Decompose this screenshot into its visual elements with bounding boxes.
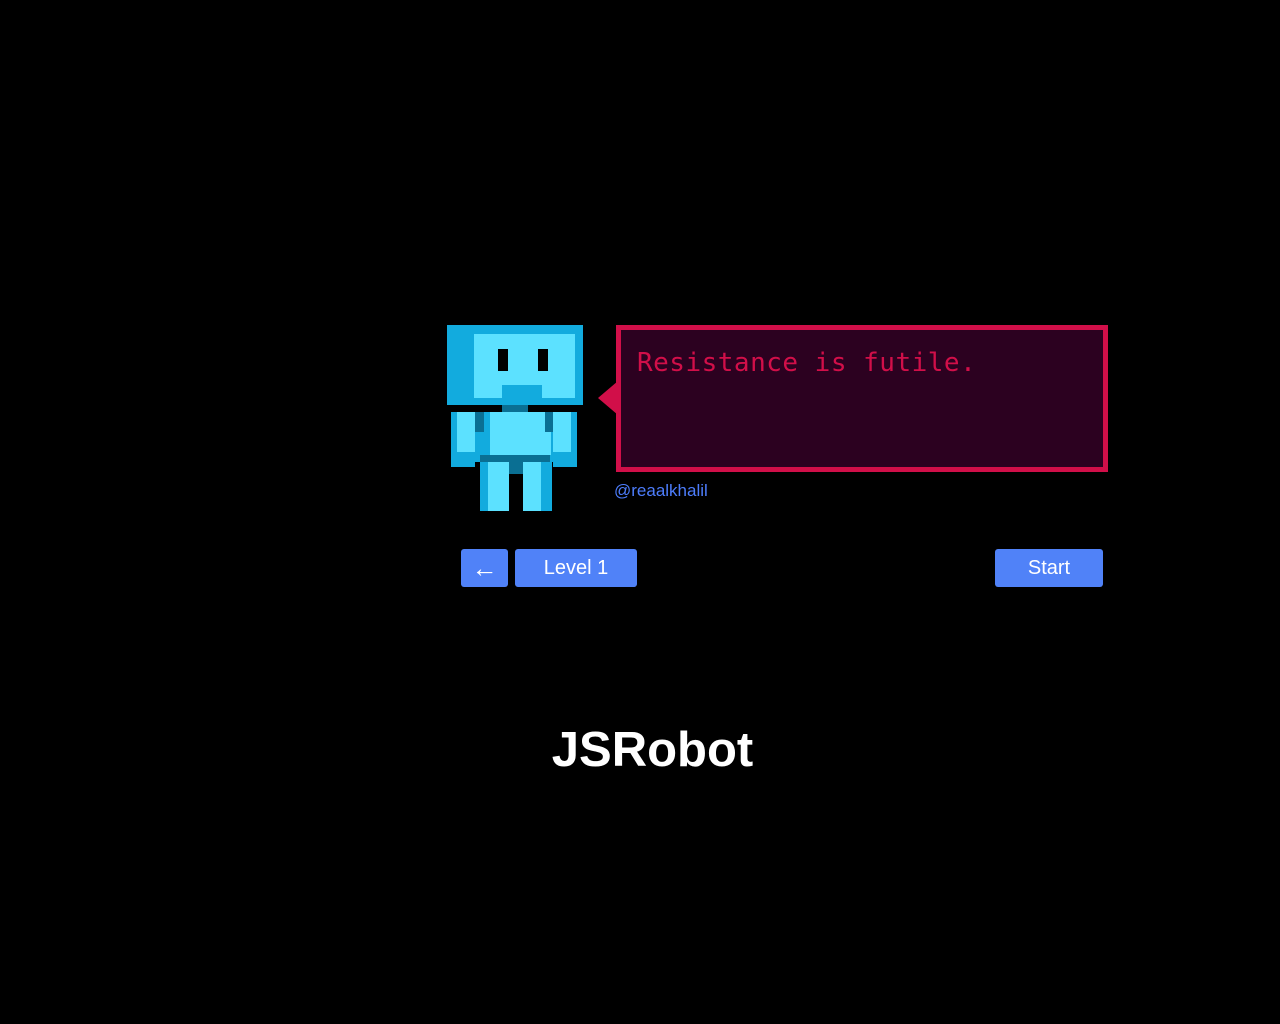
left-arrow-icon: ← bbox=[471, 552, 498, 583]
back-button[interactable]: ← bbox=[461, 549, 508, 587]
game-title: JSRobot bbox=[551, 723, 754, 777]
start-button[interactable]: Start bbox=[995, 549, 1103, 587]
robot-icon bbox=[447, 325, 583, 511]
level-button[interactable]: Level 1 bbox=[515, 549, 637, 587]
author-link[interactable]: @reaalkhalil bbox=[614, 481, 708, 501]
game-stage: Resistance is futile. @reaalkhalil ← Lev… bbox=[0, 0, 1280, 1024]
speech-bubble-text: Resistance is futile. bbox=[637, 348, 977, 378]
speech-bubble-pointer bbox=[598, 381, 618, 415]
speech-bubble: Resistance is futile. bbox=[616, 325, 1108, 472]
